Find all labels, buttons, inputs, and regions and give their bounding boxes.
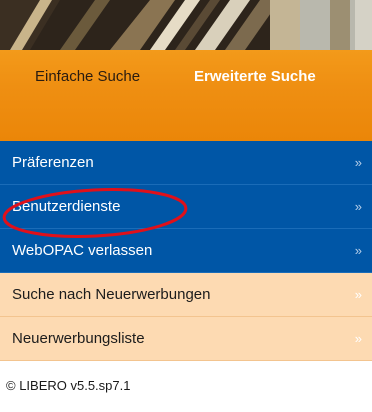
menu-item-label: Präferenzen [12, 154, 94, 171]
search-tab-bar: Einfache Suche Erweiterte Suche [0, 50, 372, 141]
side-menu: Präferenzen » Benutzerdienste » WebOPAC … [0, 141, 372, 361]
bookshelf-photo [0, 0, 372, 50]
menu-item-label: Suche nach Neuerwerbungen [12, 286, 211, 303]
menu-item-new-acquisitions-search[interactable]: Suche nach Neuerwerbungen » [0, 273, 372, 317]
menu-item-new-acquisitions-list[interactable]: Neuerwerbungsliste » [0, 317, 372, 361]
double-chevron-right-icon: » [354, 287, 362, 302]
menu-item-label: WebOPAC verlassen [12, 242, 153, 259]
menu-item-exit-webopac[interactable]: WebOPAC verlassen » [0, 229, 372, 273]
header-banner-image [0, 0, 372, 50]
menu-item-preferences[interactable]: Präferenzen » [0, 141, 372, 185]
menu-item-user-services[interactable]: Benutzerdienste » [0, 185, 372, 229]
menu-item-label: Benutzerdienste [12, 198, 121, 215]
menu-item-label: Neuerwerbungsliste [12, 330, 145, 347]
double-chevron-right-icon: » [354, 155, 362, 170]
double-chevron-right-icon: » [354, 331, 362, 346]
double-chevron-right-icon: » [354, 243, 362, 258]
tab-simple-search[interactable]: Einfache Suche [35, 65, 140, 89]
tab-advanced-search[interactable]: Erweiterte Suche [194, 65, 316, 89]
double-chevron-right-icon: » [354, 199, 362, 214]
version-footer: © LIBERO v5.5.sp7.1 [6, 378, 131, 393]
